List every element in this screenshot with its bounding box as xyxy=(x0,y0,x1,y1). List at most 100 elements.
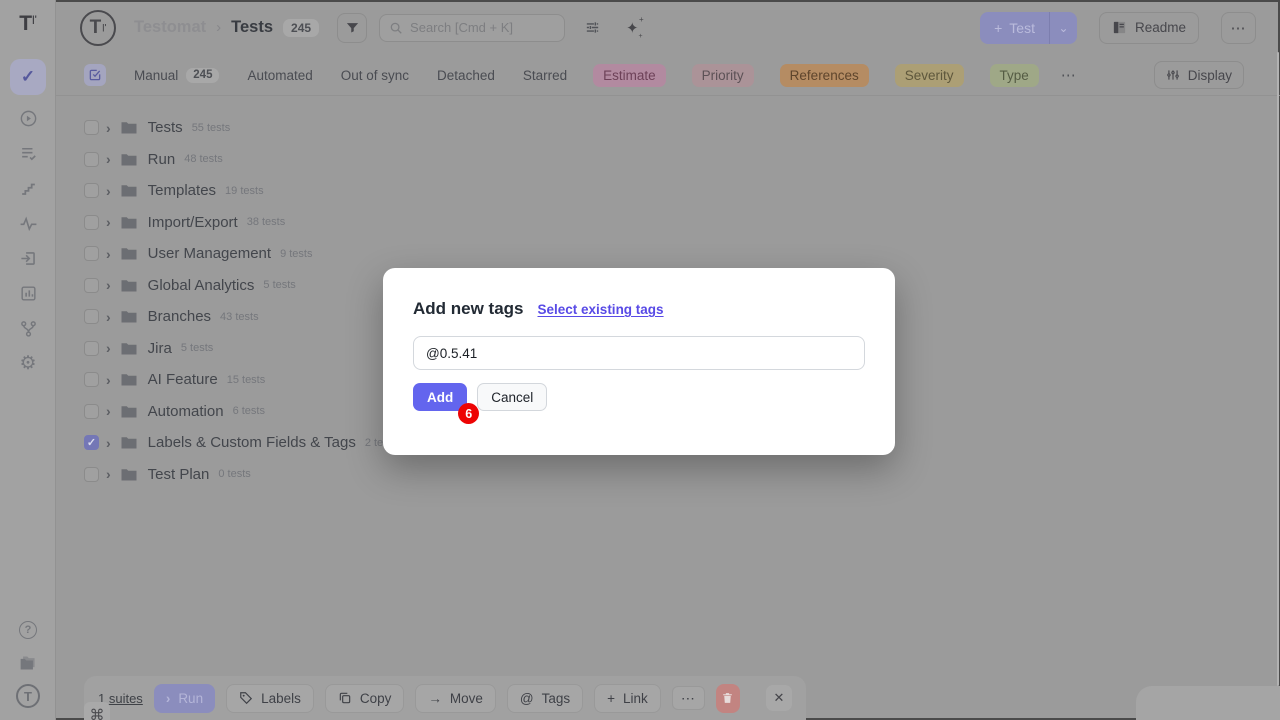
field-badge-references[interactable]: References xyxy=(780,64,869,87)
suite-name[interactable]: Test Plan xyxy=(148,466,210,483)
suite-name[interactable]: User Management xyxy=(148,245,271,262)
suite-name[interactable]: Global Analytics xyxy=(148,277,255,294)
tab-starred[interactable]: Starred xyxy=(523,68,567,83)
chevron-right-icon[interactable]: › xyxy=(106,466,111,482)
filter-funnel-button[interactable] xyxy=(337,13,367,43)
tags-button[interactable]: @ Tags xyxy=(507,684,583,713)
row-checkbox[interactable] xyxy=(84,404,99,419)
field-badge-type[interactable]: Type xyxy=(990,64,1039,87)
add-test-button[interactable]: + Test xyxy=(980,12,1049,44)
plus-icon: + xyxy=(994,20,1002,36)
suite-count: 5 tests xyxy=(263,279,295,291)
suite-name[interactable]: AI Feature xyxy=(148,371,218,388)
sidebar-item-steps[interactable] xyxy=(0,170,56,206)
sidebar-item-docs[interactable] xyxy=(0,645,56,681)
tab-automated[interactable]: Automated xyxy=(247,68,312,83)
sidebar-item-test-plans[interactable] xyxy=(0,135,56,171)
row-checkbox[interactable] xyxy=(84,120,99,135)
search-input[interactable] xyxy=(410,20,550,35)
row-checkbox[interactable] xyxy=(84,341,99,356)
suite-name[interactable]: Tests xyxy=(148,119,183,136)
tree-row[interactable]: › User Management 9 tests xyxy=(56,238,1280,270)
cancel-button[interactable]: Cancel xyxy=(477,383,547,411)
suite-name[interactable]: Run xyxy=(148,151,176,168)
sidebar-item-runs[interactable] xyxy=(0,100,56,136)
filter-more-button[interactable]: ⋯ xyxy=(1061,66,1077,84)
display-button[interactable]: Display xyxy=(1154,61,1244,89)
scrollbar[interactable] xyxy=(1277,52,1279,686)
row-checkbox-checked[interactable]: ✓ xyxy=(84,435,99,450)
chevron-right-icon[interactable]: › xyxy=(106,403,111,419)
trash-icon xyxy=(721,691,734,705)
move-button[interactable]: → Move xyxy=(415,684,496,713)
suite-name[interactable]: Templates xyxy=(148,182,216,199)
sidebar-item-reports[interactable] xyxy=(0,275,56,311)
suite-name[interactable]: Labels & Custom Fields & Tags xyxy=(148,434,356,451)
labels-button[interactable]: Labels xyxy=(226,684,314,713)
chevron-right-icon[interactable]: › xyxy=(106,151,111,167)
add-test-caret-button[interactable]: ⌄ xyxy=(1049,12,1077,44)
tab-detached[interactable]: Detached xyxy=(437,68,495,83)
select-existing-tags-link[interactable]: Select existing tags xyxy=(538,302,664,317)
chevron-right-icon[interactable]: › xyxy=(106,183,111,199)
row-checkbox[interactable] xyxy=(84,152,99,167)
adjustments-icon[interactable] xyxy=(584,19,601,36)
tab-out-of-sync[interactable]: Out of sync xyxy=(341,68,409,83)
chevron-right-icon[interactable]: › xyxy=(106,120,111,136)
search-box[interactable] xyxy=(379,14,565,42)
breadcrumb-section[interactable]: Tests xyxy=(231,18,273,37)
readme-button[interactable]: Readme xyxy=(1099,12,1199,44)
ai-sparkles-icon[interactable]: ✦++ xyxy=(626,19,639,37)
tree-row[interactable]: › Tests 55 tests xyxy=(56,112,1280,144)
field-badge-priority[interactable]: Priority xyxy=(692,64,754,87)
sidebar-item-help[interactable]: ? xyxy=(0,612,56,648)
chevron-right-icon[interactable]: › xyxy=(106,214,111,230)
chevron-right-icon[interactable]: › xyxy=(106,309,111,325)
sidebar-item-settings[interactable]: ⚙ xyxy=(0,345,56,381)
breadcrumb-project[interactable]: Testomat xyxy=(134,18,206,37)
delete-button[interactable] xyxy=(716,684,740,713)
field-badge-severity[interactable]: Severity xyxy=(895,64,964,87)
sidebar-item-analytics[interactable] xyxy=(0,205,56,241)
chevron-right-icon[interactable]: › xyxy=(106,435,111,451)
toolbar-more-button[interactable]: ⋯ xyxy=(672,686,705,710)
run-button[interactable]: › Run xyxy=(154,684,215,713)
tags-label: Tags xyxy=(542,691,571,706)
row-checkbox[interactable] xyxy=(84,246,99,261)
folder-icon xyxy=(120,120,138,135)
copy-button[interactable]: Copy xyxy=(325,684,405,713)
select-all-button[interactable] xyxy=(84,64,106,86)
row-checkbox[interactable] xyxy=(84,183,99,198)
tests-count-badge: 245 xyxy=(283,19,319,37)
row-checkbox[interactable] xyxy=(84,309,99,324)
link-button[interactable]: + Link xyxy=(594,684,661,713)
chevron-right-icon[interactable]: › xyxy=(106,372,111,388)
sidebar-item-tests[interactable]: ✓ xyxy=(0,59,56,95)
row-checkbox[interactable] xyxy=(84,372,99,387)
row-checkbox[interactable] xyxy=(84,467,99,482)
field-badge-estimate[interactable]: Estimate xyxy=(593,64,666,87)
sidebar-item-import[interactable] xyxy=(0,240,56,276)
chevron-right-icon[interactable]: › xyxy=(106,277,111,293)
suite-name[interactable]: Jira xyxy=(148,340,172,357)
toolbar-close-button[interactable]: ✕ xyxy=(766,685,792,711)
row-checkbox[interactable] xyxy=(84,278,99,293)
tree-row[interactable]: › Test Plan 0 tests xyxy=(56,459,1280,491)
suite-name[interactable]: Automation xyxy=(148,403,224,420)
row-checkbox[interactable] xyxy=(84,215,99,230)
breadcrumb-separator-icon: › xyxy=(216,19,221,36)
sidebar-item-branches[interactable] xyxy=(0,310,56,346)
tree-row[interactable]: › Run 48 tests xyxy=(56,144,1280,176)
suite-name[interactable]: Branches xyxy=(148,308,211,325)
project-logo-icon[interactable]: T|' xyxy=(80,10,116,46)
tab-manual[interactable]: Manual 245 xyxy=(134,68,219,83)
tree-row[interactable]: › Templates 19 tests xyxy=(56,175,1280,207)
chevron-right-icon[interactable]: › xyxy=(106,246,111,262)
tag-input[interactable] xyxy=(413,336,865,370)
suite-name[interactable]: Import/Export xyxy=(148,214,238,231)
tree-row[interactable]: › Import/Export 38 tests xyxy=(56,207,1280,239)
sidebar-item-brand[interactable]: T xyxy=(0,678,56,714)
branch-icon xyxy=(10,310,46,346)
header-more-button[interactable]: ⋯ xyxy=(1221,12,1256,44)
chevron-right-icon[interactable]: › xyxy=(106,340,111,356)
